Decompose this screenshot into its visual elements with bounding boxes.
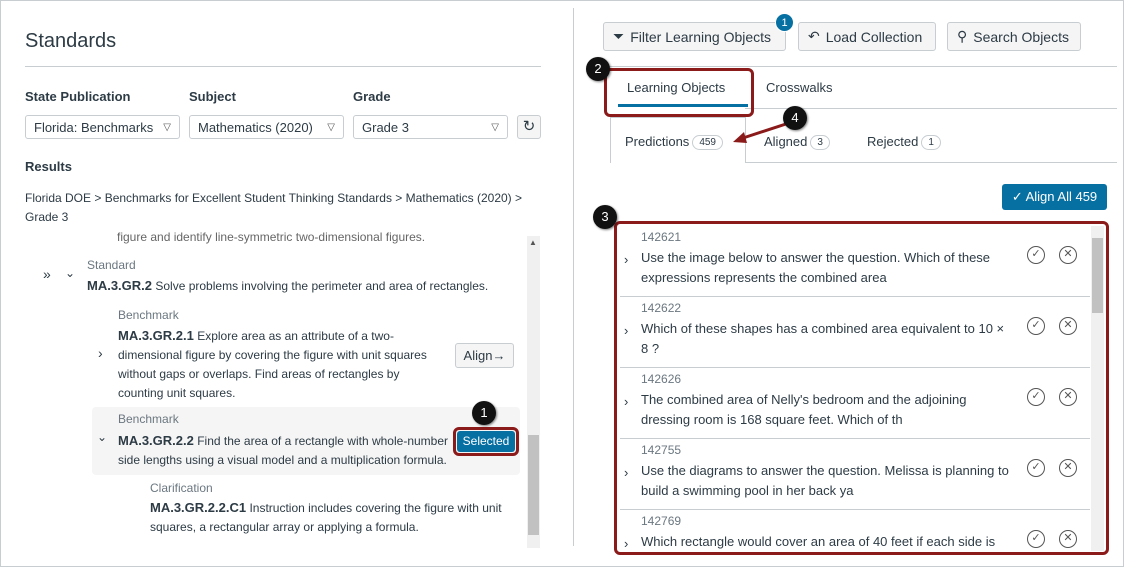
chevron-down-icon: ▽ xyxy=(491,121,499,133)
label: Predictions xyxy=(625,134,690,149)
results-label: Results xyxy=(25,159,72,174)
grade-select[interactable]: Grade 3 ▽ xyxy=(353,115,508,139)
callout-1: 1 xyxy=(472,401,496,425)
subtab-predictions-label: Predictions 459 xyxy=(625,134,723,151)
select-value: Florida: Benchmarks xyxy=(34,119,154,135)
count-badge: 3 xyxy=(810,135,830,151)
count-badge: 459 xyxy=(692,135,723,151)
align-all-button[interactable]: ✓ Align All 459 xyxy=(1002,184,1107,210)
callout-3: 3 xyxy=(593,205,617,229)
subject-label: Subject xyxy=(189,89,236,104)
subtab-rejected[interactable]: Rejected 1 xyxy=(867,134,941,151)
label: Rejected xyxy=(867,134,919,149)
state-publication-label: State Publication xyxy=(25,89,131,104)
button-label: Search Objects xyxy=(973,28,1069,45)
grade-label: Grade xyxy=(353,89,391,104)
filter-learning-objects-button[interactable]: ⏷ Filter Learning Objects xyxy=(603,22,786,51)
filter-icon: ⏷ xyxy=(613,28,625,44)
search-objects-button[interactable]: ⚲ Search Objects xyxy=(947,22,1081,51)
check-icon: ✓ xyxy=(1011,189,1026,204)
button-label: Load Collection xyxy=(825,28,923,45)
chevron-down-icon: ▽ xyxy=(327,121,335,133)
chevron-down-icon: ▽ xyxy=(163,121,171,133)
selected-button[interactable]: Selected xyxy=(457,431,515,452)
undo-icon: ↶ xyxy=(808,28,820,44)
refresh-icon: ↻ xyxy=(522,118,536,135)
state-publication-select[interactable]: Florida: Benchmarks ▽ xyxy=(25,115,180,139)
tab-crosswalks[interactable]: Crosswalks xyxy=(766,80,832,95)
select-value: Grade 3 xyxy=(362,119,409,135)
callout-4: 4 xyxy=(783,106,807,130)
refresh-button[interactable]: ↻ xyxy=(517,115,541,139)
page-title: Standards xyxy=(25,30,117,52)
annotation-highlight xyxy=(604,68,754,117)
select-value: Mathematics (2020) xyxy=(198,119,313,135)
annotation-highlight xyxy=(614,221,1109,555)
filter-count-badge: 1 xyxy=(775,13,794,32)
divider xyxy=(590,66,1117,67)
divider xyxy=(25,66,541,67)
load-collection-button[interactable]: ↶ Load Collection xyxy=(798,22,936,51)
count-badge: 1 xyxy=(921,135,941,151)
callout-2: 2 xyxy=(586,57,610,81)
button-label: Align All 459 xyxy=(1025,189,1098,204)
button-label: Filter Learning Objects xyxy=(630,28,772,45)
divider xyxy=(745,162,1117,163)
subject-select[interactable]: Mathematics (2020) ▽ xyxy=(189,115,344,139)
search-icon: ⚲ xyxy=(957,28,968,44)
breadcrumb: Florida DOE > Benchmarks for Excellent S… xyxy=(25,191,523,224)
